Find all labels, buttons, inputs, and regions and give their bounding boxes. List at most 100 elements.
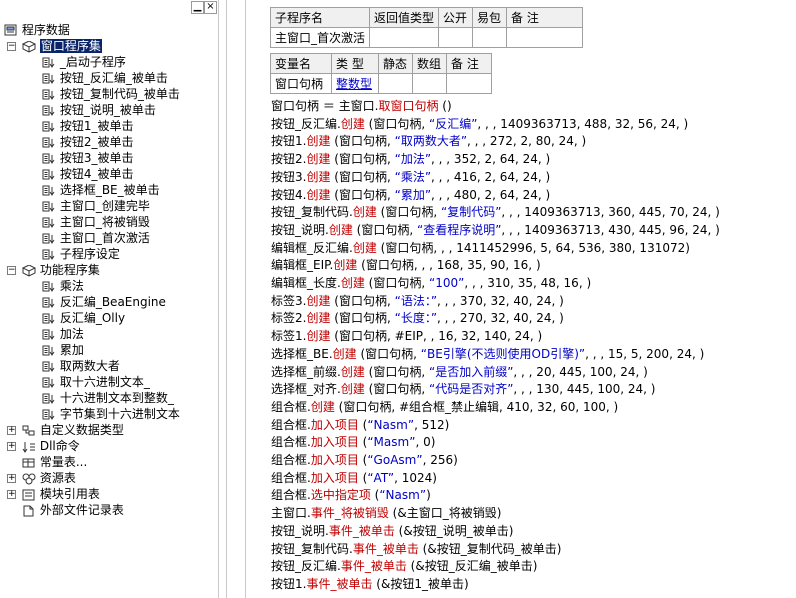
code-line[interactable]: 标签1.创建 (窗口句柄, #EIP, , 16, 32, 140, 24, ) <box>271 328 542 344</box>
tree-subroutine-item[interactable]: 累加 <box>42 342 84 358</box>
tree-item-label: 资源表 <box>39 471 76 485</box>
code-line[interactable]: 编辑框_长度.创建 (窗口句柄, “100”, , , 310, 35, 48,… <box>271 275 591 291</box>
code-line[interactable]: 按钮3.创建 (窗口句柄, “乘法”, , , 416, 2, 64, 24, … <box>271 169 550 185</box>
tree-item[interactable]: 外部文件记录表 <box>22 502 124 518</box>
collapse-toggle[interactable]: − <box>7 266 16 275</box>
subroutine-name-cell[interactable]: 主窗口_首次激活 <box>269 27 371 48</box>
code-method: 事件_被单击 <box>306 577 373 591</box>
code-method: 创建 <box>340 382 365 396</box>
code-line[interactable]: 窗口句柄 ＝ 主窗口.取窗口句柄 () <box>271 98 452 114</box>
remark-cell[interactable] <box>446 73 492 94</box>
code-args: (窗口句柄, , , 168, 35, 90, 16, ) <box>357 258 541 272</box>
tree-subroutine-item[interactable]: 主窗口_创建完毕 <box>42 198 150 214</box>
splitter[interactable] <box>219 0 245 598</box>
tree-item[interactable]: 常量表... <box>22 454 87 470</box>
array-cell[interactable] <box>412 73 447 94</box>
tree-subroutine-item[interactable]: 主窗口_首次激活 <box>42 230 150 246</box>
tree-item[interactable]: 模块引用表 <box>22 486 100 502</box>
code-line[interactable]: 组合框.加入项目 (“Masm”, 0) <box>271 434 435 450</box>
code-line[interactable]: 按钮_反汇编.事件_被单击 (&按钮_反汇编_被单击) <box>271 558 537 574</box>
code-line[interactable]: 主窗口.事件_将被销毁 (&主窗口_将被销毁) <box>271 505 501 521</box>
code-line[interactable]: 按钮_反汇编.创建 (窗口句柄, “反汇编”, , , 1409363713, … <box>271 116 688 132</box>
tree-item[interactable]: 自定义数据类型 <box>22 422 124 438</box>
expand-toggle[interactable]: + <box>7 426 16 435</box>
code-line[interactable]: 按钮_复制代码.事件_被单击 (&按钮_复制代码_被单击) <box>271 541 561 557</box>
tree-root[interactable]: 程序数据 <box>4 22 70 38</box>
code-line[interactable]: 按钮2.创建 (窗口句柄, “加法”, , , 352, 2, 64, 24, … <box>271 151 550 167</box>
tree-subroutine-item[interactable]: 选择框_BE_被单击 <box>42 182 160 198</box>
code-line[interactable]: 标签2.创建 (窗口句柄, “长度：”, , , 270, 32, 40, 24… <box>271 310 564 326</box>
tree-group[interactable]: 功能程序集 <box>22 262 100 278</box>
tree-subroutine-item[interactable]: 反汇编_BeaEngine <box>42 294 166 310</box>
type-link[interactable]: 整数型 <box>336 77 372 91</box>
minimize-button[interactable]: ▁ <box>191 1 204 14</box>
tree-subroutine-item[interactable]: 取两数大者 <box>42 358 120 374</box>
expand-toggle[interactable]: + <box>7 490 16 499</box>
subroutine-label: 取两数大者 <box>59 359 120 373</box>
tree-subroutine-item[interactable]: 反汇编_Olly <box>42 310 125 326</box>
variable-name-cell[interactable]: 窗口句柄 <box>270 73 332 94</box>
tree-subroutine-item[interactable]: 按钮3_被单击 <box>42 150 133 166</box>
tree-subroutine-item[interactable]: 乘法 <box>42 278 84 294</box>
tree-subroutine-item[interactable]: 按钮_说明_被单击 <box>42 102 156 118</box>
tree-subroutine-item[interactable]: 主窗口_将被销毁 <box>42 214 150 230</box>
tree-subroutine-item[interactable]: 按钮2_被单击 <box>42 134 133 150</box>
code-string: “是否加入前缀” <box>428 365 514 379</box>
subroutine-label: 按钮_反汇编_被单击 <box>59 71 168 85</box>
tree-subroutine-item[interactable]: 十六进制文本到整数_ <box>42 390 174 406</box>
code-line[interactable]: 组合框.加入项目 (“Nasm”, 512) <box>271 417 449 433</box>
code-args: (窗口句柄, <box>356 347 421 361</box>
static-cell[interactable] <box>378 73 413 94</box>
variable-type-cell[interactable]: 整数型 <box>331 73 379 94</box>
code-line[interactable]: 组合框.创建 (窗口句柄, #组合框_禁止编辑, 410, 32, 60, 10… <box>271 399 618 415</box>
public-cell[interactable] <box>438 27 474 48</box>
code-line[interactable]: 组合框.选中指定项 (“Nasm”) <box>271 487 431 503</box>
code-editor[interactable]: 子程序名 返回值类型 公开 易包 备 注 主窗口_首次激活 变量名 类 型 静态… <box>246 0 796 598</box>
remark-cell[interactable] <box>506 27 584 48</box>
tree-subroutine-item[interactable]: 按钮1_被单击 <box>42 118 133 134</box>
code-line[interactable]: 按钮1.事件_被单击 (&按钮1_被单击) <box>271 576 469 592</box>
code-string: “复制代码” <box>440 205 502 219</box>
tree-subroutine-item[interactable]: 取十六进制文本_ <box>42 374 150 390</box>
tree-subroutine-item[interactable]: 按钮_复制代码_被单击 <box>42 86 180 102</box>
code-string: “反汇编” <box>428 117 478 131</box>
expand-toggle[interactable]: + <box>7 442 16 451</box>
code-line[interactable]: 编辑框_反汇编.创建 (窗口句柄, , , 1411452996, 5, 64,… <box>271 240 690 256</box>
easy-pack-cell[interactable] <box>472 27 508 48</box>
external-file-icon <box>23 505 34 516</box>
tree-subroutine-item[interactable]: 按钮4_被单击 <box>42 166 133 182</box>
tree-subroutine-item[interactable]: 加法 <box>42 326 84 342</box>
expand-toggle[interactable]: + <box>7 474 16 483</box>
subroutine-icon <box>42 297 55 308</box>
code-line[interactable]: 按钮_复制代码.创建 (窗口句柄, “复制代码”, , , 1409363713… <box>271 204 720 220</box>
subroutine-label: 主窗口_创建完毕 <box>59 199 150 213</box>
return-type-cell[interactable] <box>369 27 440 48</box>
tree-subroutine-item[interactable]: 子程序设定 <box>42 246 120 262</box>
code-line[interactable]: 组合框.加入项目 (“AT”, 1024) <box>271 470 437 486</box>
code-args-rest: ) <box>426 488 431 502</box>
tree-group[interactable]: 窗口程序集 <box>22 38 102 54</box>
code-line[interactable]: 按钮4.创建 (窗口句柄, “累加”, , , 480, 2, 64, 24, … <box>271 187 550 203</box>
tree-subroutine-item[interactable]: _启动子程序 <box>42 54 126 70</box>
code-object: 组合框. <box>271 453 311 467</box>
code-line[interactable]: 编辑框_EIP.创建 (窗口句柄, , , 168, 35, 90, 16, ) <box>271 257 541 273</box>
code-object: 标签3. <box>271 294 307 308</box>
collapse-toggle[interactable]: − <box>7 42 16 51</box>
code-line[interactable]: 选择框_BE.创建 (窗口句柄, “BE引擎(不选则使用OD引擎)”, , , … <box>271 346 704 362</box>
code-object: 选择框_对齐. <box>271 382 341 396</box>
close-button[interactable]: × <box>204 1 217 14</box>
subroutine-label: 主窗口_将被销毁 <box>59 215 150 229</box>
tree-item[interactable]: Dll命令 <box>22 438 80 454</box>
code-line[interactable]: 选择框_前缀.创建 (窗口句柄, “是否加入前缀”, , , 20, 445, … <box>271 364 648 380</box>
code-line[interactable]: 选择框_对齐.创建 (窗口句柄, “代码是否对齐”, , , 130, 445,… <box>271 381 656 397</box>
code-line[interactable]: 标签3.创建 (窗口句柄, “语法：”, , , 370, 32, 40, 24… <box>271 293 564 309</box>
code-string: “乘法” <box>394 170 432 184</box>
code-line[interactable]: 按钮_说明.事件_被单击 (&按钮_说明_被单击) <box>271 523 513 539</box>
code-line[interactable]: 按钮1.创建 (窗口句柄, “取两数大者”, , , 272, 2, 80, 2… <box>271 133 586 149</box>
code-line[interactable]: 按钮_说明.创建 (窗口句柄, “查看程序说明”, , , 1409363713… <box>271 222 720 238</box>
code-line[interactable]: 组合框.加入项目 (“GoAsm”, 256) <box>271 452 458 468</box>
tree-subroutine-item[interactable]: 字节集到十六进制文本 <box>42 406 180 422</box>
dll-command-icon <box>22 441 35 453</box>
tree-item[interactable]: 资源表 <box>22 470 76 486</box>
tree-subroutine-item[interactable]: 按钮_反汇编_被单击 <box>42 70 168 86</box>
